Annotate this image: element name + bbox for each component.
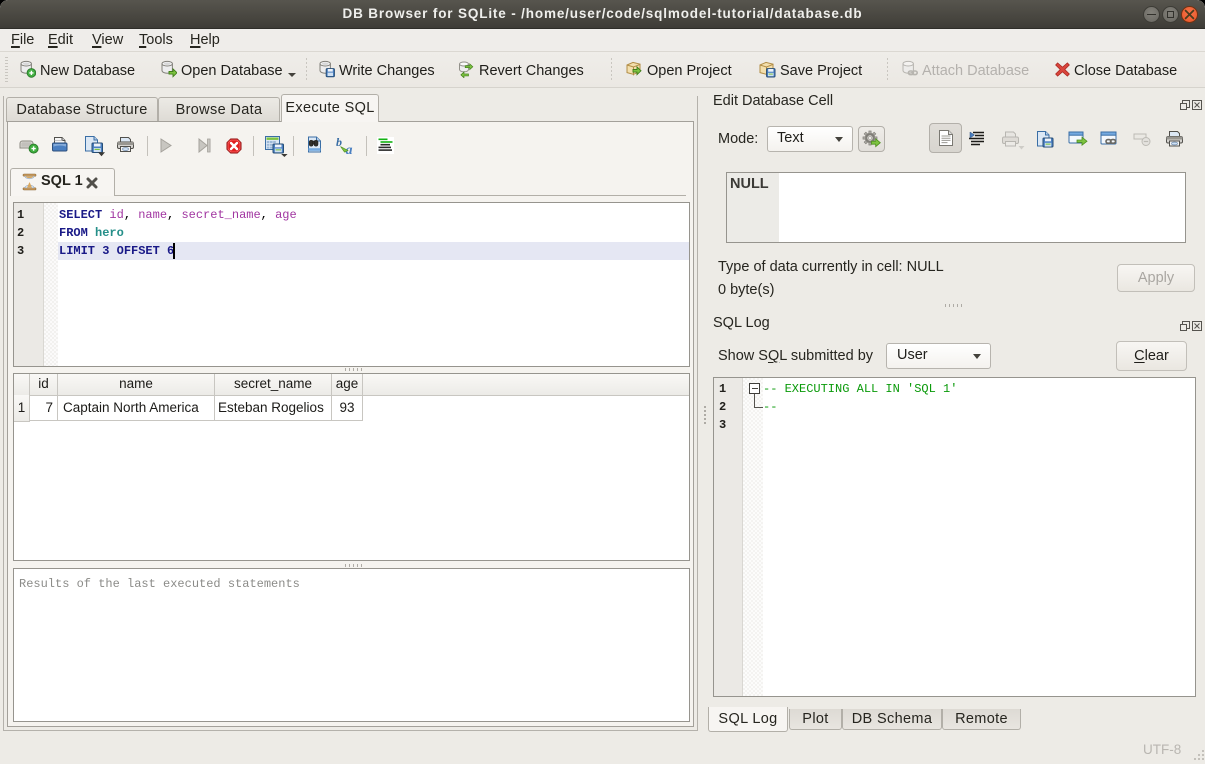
svg-text:a: a: [346, 143, 353, 155]
